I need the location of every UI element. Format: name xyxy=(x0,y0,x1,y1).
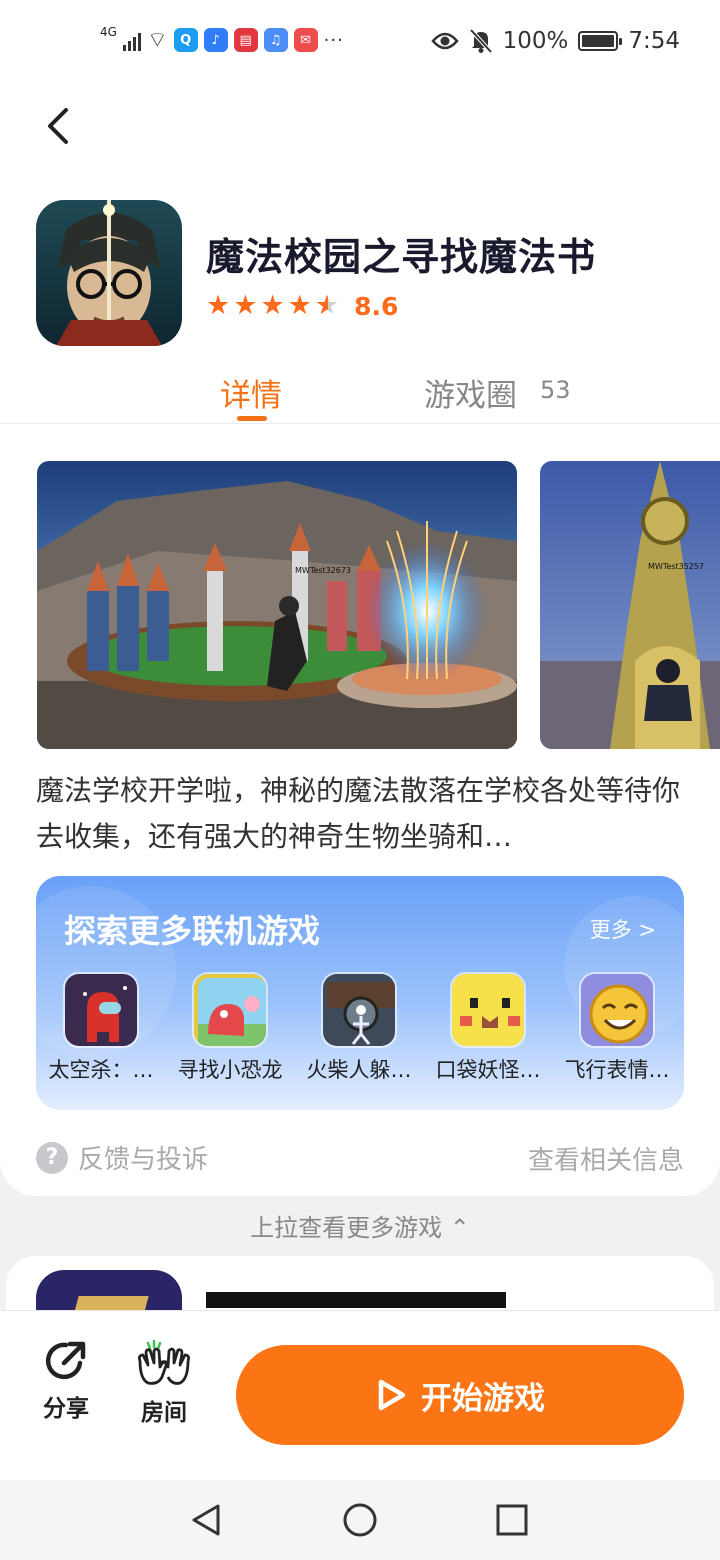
mute-bell-icon xyxy=(469,28,493,54)
explore-more-link[interactable]: 更多 > xyxy=(590,914,656,944)
recommended-game-label: 太空杀：… xyxy=(48,1058,154,1082)
recommended-game[interactable]: 口袋妖怪… xyxy=(423,972,553,1084)
more-notifications-icon: ··· xyxy=(323,29,344,51)
rating-row: ★ ★ ★ ★ ★ 8.6 xyxy=(206,291,398,321)
rating-score: 8.6 xyxy=(354,291,399,321)
play-icon xyxy=(378,1379,406,1411)
game-description[interactable]: 魔法学校开学啦，神秘的魔法散落在学校各处等待你去收集，还有强大的神奇生物坐骑和… xyxy=(36,768,686,860)
game-screenshot[interactable]: MWTest32673 xyxy=(37,461,517,749)
start-game-label: 开始游戏 xyxy=(421,1380,545,1417)
feedback-link[interactable]: ? 反馈与投诉 xyxy=(36,1139,208,1176)
search-app-icon: Q xyxy=(173,28,198,52)
share-label: 分享 xyxy=(43,1396,89,1422)
star-icon: ★ xyxy=(260,290,285,321)
nav-recent-icon[interactable] xyxy=(494,1502,530,1538)
star-icon: ★ xyxy=(233,290,258,321)
recommended-game-label: 口袋妖怪… xyxy=(435,1058,541,1082)
recommended-game-label: 飞行表情… xyxy=(564,1058,670,1082)
status-bar: 4G ⌔ Q ♪ ▤ ♫ ✉ ··· 100% 7:54 xyxy=(0,0,720,86)
wifi-icon: ⌔ xyxy=(146,28,168,53)
battery-icon xyxy=(578,31,623,51)
recommended-game[interactable]: 太空杀：… xyxy=(36,972,166,1084)
pokemon-icon xyxy=(450,972,526,1048)
recommended-game[interactable]: 火柴人躲… xyxy=(294,972,424,1084)
battery-percent: 100% xyxy=(502,28,569,54)
game-screenshot[interactable]: MWTest35257 xyxy=(540,461,720,749)
player-tag: MWTest35257 xyxy=(648,562,704,571)
room-button[interactable]: 房间 xyxy=(134,1339,194,1427)
nav-home-icon[interactable] xyxy=(342,1502,378,1538)
back-arrow-icon[interactable] xyxy=(40,106,80,146)
game-title: 魔法校园之寻找魔法书 xyxy=(206,235,597,279)
bulb-app-icon: ♪ xyxy=(203,28,228,52)
nav-back-icon[interactable] xyxy=(188,1502,224,1538)
eye-icon xyxy=(430,32,459,50)
star-icon: ★ xyxy=(206,290,231,321)
dino-icon xyxy=(192,972,268,1048)
bottom-action-bar: 分享 房间 开始游戏 xyxy=(0,1310,720,1480)
clock: 7:54 xyxy=(628,28,680,54)
huawei-app-icon: ✉ xyxy=(293,28,318,52)
high-five-icon xyxy=(138,1339,190,1385)
emoji-icon xyxy=(579,972,655,1048)
game-detail-card: 魔法校园之寻找魔法书 ★ ★ ★ ★ ★ 8.6 详情 游戏圈 53 MWTes… xyxy=(0,86,720,1196)
system-nav-bar xyxy=(0,1480,720,1560)
among-us-icon xyxy=(63,972,139,1048)
explore-games-panel: 探索更多联机游戏 更多 > 太空杀：… 寻找小恐龙 火柴人躲… 口袋妖怪… 飞行… xyxy=(36,876,684,1110)
active-tab-indicator xyxy=(237,416,267,421)
star-icon: ★ xyxy=(287,290,312,321)
network-type: 4G xyxy=(100,25,117,39)
question-icon: ? xyxy=(36,1141,68,1174)
player-tag: MWTest32673 xyxy=(295,566,351,575)
half-star-icon: ★ xyxy=(314,290,340,321)
explore-title: 探索更多联机游戏 xyxy=(64,912,321,950)
start-game-button[interactable]: 开始游戏 xyxy=(236,1345,684,1445)
tab-game-circle[interactable]: 游戏圈 xyxy=(424,370,517,415)
game-circle-count: 53 xyxy=(540,376,571,404)
book-app-icon: ▤ xyxy=(233,28,258,52)
stickman-icon xyxy=(321,972,397,1048)
room-label: 房间 xyxy=(141,1400,187,1426)
signal-icon xyxy=(122,29,141,51)
tab-detail[interactable]: 详情 xyxy=(220,370,282,415)
game-icon xyxy=(36,200,182,346)
music-app-icon: ♫ xyxy=(263,28,288,52)
feedback-label: 反馈与投诉 xyxy=(78,1145,209,1175)
recommended-game[interactable]: 寻找小恐龙 xyxy=(165,972,295,1084)
recommended-game-label: 火柴人躲… xyxy=(306,1058,412,1082)
status-right: 100% 7:54 xyxy=(430,28,680,54)
recommended-game[interactable]: 飞行表情… xyxy=(552,972,682,1084)
pull-up-hint: 上拉查看更多游戏 ⌃ xyxy=(250,1214,470,1242)
share-icon xyxy=(45,1341,86,1380)
related-info-link[interactable]: 查看相关信息 xyxy=(528,1140,684,1177)
share-button[interactable]: 分享 xyxy=(36,1339,96,1423)
tab-bar: 详情 游戏圈 53 xyxy=(0,366,720,424)
recommended-game-label: 寻找小恐龙 xyxy=(177,1058,283,1082)
status-left: 4G ⌔ Q ♪ ▤ ♫ ✉ ··· xyxy=(100,26,344,54)
